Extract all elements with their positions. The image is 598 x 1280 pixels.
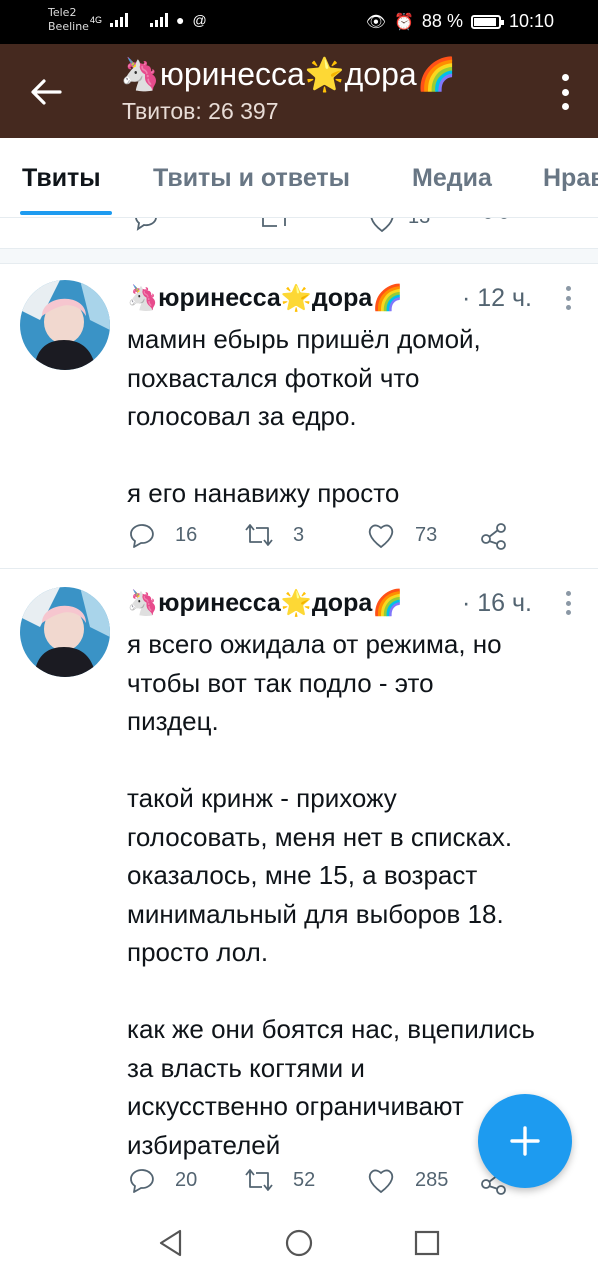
tweet-actions: 16 3 73 — [127, 520, 527, 552]
tweet-time: · 16 ч. — [462, 589, 532, 617]
nav-back-icon[interactable] — [156, 1228, 186, 1258]
tweet-options-icon[interactable] — [566, 286, 572, 310]
reply-button[interactable]: 16 — [127, 520, 197, 550]
like-icon[interactable] — [366, 218, 398, 236]
status-left-icons: 4G ● @ — [90, 12, 207, 28]
status-bar: Tele2 Beeline 4G ● @ 👁 ⏰ 88 % 10:10 — [0, 0, 598, 44]
profile-name: 🦄юринесса🌟дора🌈 — [120, 56, 457, 92]
more-menu-icon[interactable] — [560, 74, 570, 110]
carrier-1: Tele2 — [48, 6, 77, 19]
battery-percent: 88 % — [421, 11, 463, 31]
share-icon[interactable] — [482, 218, 510, 236]
signal-icon — [110, 13, 129, 27]
active-tab-indicator — [20, 211, 112, 215]
like-icon — [368, 1169, 394, 1194]
avatar[interactable] — [20, 587, 110, 677]
tweet-text: мамин ебырь пришёл домой, похвастался фо… — [127, 324, 481, 508]
profile-tabs: Твиты Твиты и ответы Медиа Нравится — [0, 138, 598, 218]
profile-header: 🦄юринесса🌟дора🌈 Твитов: 26 397 — [0, 44, 598, 138]
reply-icon — [130, 524, 154, 548]
nav-home-icon[interactable] — [284, 1228, 314, 1258]
previous-like-count: 13 — [408, 218, 430, 229]
retweet-count: 52 — [293, 1168, 316, 1191]
like-count: 285 — [415, 1168, 449, 1191]
retweet-icon — [245, 1169, 273, 1191]
retweet-icon[interactable] — [258, 218, 290, 236]
like-icon — [368, 524, 394, 549]
compose-tweet-button[interactable] — [478, 1094, 572, 1188]
tweet[interactable]: 🦄юринесса🌟дора🌈 · 12 ч. мамин ебырь приш… — [0, 264, 598, 568]
alarm-icon: ⏰ — [394, 13, 414, 31]
reply-count: 20 — [175, 1168, 198, 1191]
retweet-count: 3 — [293, 523, 305, 546]
share-button[interactable] — [479, 520, 509, 550]
tweet-header: 🦄юринесса🌟дора🌈 — [127, 284, 403, 313]
tweet-header: 🦄юринесса🌟дора🌈 — [127, 589, 403, 618]
status-right-icons: 👁 ⏰ 88 % 10:10 — [366, 11, 554, 32]
eye-icon: 👁 — [365, 13, 386, 31]
tweet-time: · 12 ч. — [462, 284, 532, 312]
share-icon — [481, 523, 506, 550]
system-navigation-bar — [0, 1206, 598, 1280]
carrier-labels: Tele2 Beeline — [48, 6, 89, 34]
battery-icon — [470, 14, 504, 29]
back-arrow-icon[interactable] — [24, 70, 68, 114]
reply-icon[interactable] — [130, 218, 162, 236]
carrier-2: Beeline — [48, 20, 89, 33]
reply-icon — [130, 1169, 154, 1193]
previous-tweet-actions: 13 — [0, 218, 598, 248]
message-icon: ● — [176, 12, 185, 28]
tweet-author-name[interactable]: 🦄юринесса🌟дора🌈 — [127, 589, 403, 618]
tweet-author-name[interactable]: 🦄юринесса🌟дора🌈 — [127, 284, 403, 313]
clock: 10:10 — [508, 11, 554, 31]
like-count: 73 — [415, 523, 438, 546]
nav-recents-icon[interactable] — [412, 1228, 442, 1258]
retweet-icon — [245, 524, 273, 546]
reply-button[interactable]: 20 — [127, 1165, 197, 1195]
tab-likes[interactable]: Нравится — [543, 164, 598, 193]
retweet-button[interactable]: 52 — [243, 1165, 315, 1195]
like-button[interactable]: 285 — [365, 1165, 448, 1195]
tab-media[interactable]: Медиа — [412, 164, 492, 193]
tweet-count: Твитов: 26 397 — [122, 98, 279, 124]
tab-tweets[interactable]: Твиты — [22, 164, 101, 193]
tab-tweets-replies[interactable]: Твиты и ответы — [153, 164, 350, 193]
section-divider — [0, 248, 598, 264]
plus-icon — [510, 1126, 540, 1156]
tweet-options-icon[interactable] — [566, 591, 572, 615]
at-icon: @ — [192, 12, 207, 28]
retweet-button[interactable]: 3 — [243, 520, 304, 550]
signal-2-icon — [150, 13, 169, 27]
like-button[interactable]: 73 — [365, 520, 437, 550]
reply-count: 16 — [175, 523, 198, 546]
network-type: 4G — [90, 15, 103, 25]
avatar[interactable] — [20, 280, 110, 370]
tweet-text: я всего ожидала от режима, но чтобы вот … — [127, 629, 535, 1160]
tweet-actions: 20 52 285 — [127, 1165, 527, 1197]
